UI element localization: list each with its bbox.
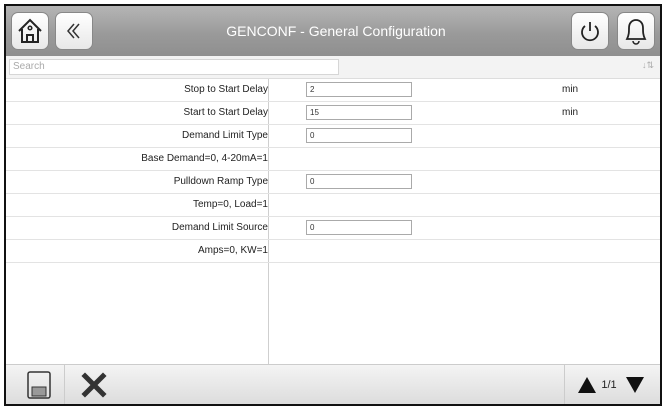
- alarm-button[interactable]: [617, 12, 655, 50]
- parameter-label: Demand Limit Type: [182, 130, 268, 141]
- parameter-help-text: Base Demand=0, 4-20mA=1: [141, 153, 268, 164]
- parameter-label: Demand Limit Source: [171, 222, 268, 233]
- sort-icon[interactable]: ↓⇅: [642, 60, 654, 71]
- row-pulldown-ramp-type: Pulldown Ramp Type 0: [6, 171, 660, 194]
- parameter-label: Pulldown Ramp Type: [173, 176, 268, 187]
- parameter-value-input[interactable]: 2: [306, 82, 412, 97]
- save-button[interactable]: [14, 365, 65, 404]
- page-up-icon[interactable]: [577, 376, 597, 394]
- back-icon: [67, 23, 80, 39]
- parameter-help-text: Temp=0, Load=1: [192, 199, 268, 210]
- parameter-label: Start to Start Delay: [183, 107, 268, 118]
- cancel-icon: [81, 372, 107, 398]
- footer-bar: 1/1: [6, 364, 660, 404]
- parameter-value-input[interactable]: 15: [306, 105, 412, 120]
- cancel-button[interactable]: [66, 365, 122, 404]
- row-demand-limit-source-help: Amps=0, KW=1: [6, 240, 660, 263]
- row-start-to-start-delay: Start to Start Delay 15 min: [6, 102, 660, 125]
- home-icon: [18, 18, 42, 43]
- parameter-value-input[interactable]: 0: [306, 128, 412, 143]
- pagination: 1/1: [564, 365, 657, 404]
- search-input[interactable]: Search: [9, 59, 339, 75]
- parameter-list: Stop to Start Delay 2 min Start to Start…: [6, 79, 660, 263]
- page-indicator: 1/1: [601, 379, 617, 391]
- parameter-unit: min: [562, 84, 579, 95]
- parameter-label: Stop to Start Delay: [184, 84, 268, 95]
- header-bar: GENCONF - General Configuration: [6, 6, 660, 56]
- parameter-help-text: Amps=0, KW=1: [197, 245, 268, 256]
- search-bar: Search ↓⇅: [6, 56, 660, 79]
- row-stop-to-start-delay: Stop to Start Delay 2 min: [6, 79, 660, 102]
- row-demand-limit-type: Demand Limit Type 0: [6, 125, 660, 148]
- save-icon: [27, 371, 51, 399]
- page-down-icon[interactable]: [625, 376, 645, 394]
- power-icon: [581, 22, 599, 42]
- parameter-value-input[interactable]: 0: [306, 220, 412, 235]
- power-button[interactable]: [571, 12, 609, 50]
- row-demand-limit-type-help: Base Demand=0, 4-20mA=1: [6, 148, 660, 171]
- alarm-bell-icon: [625, 19, 647, 45]
- row-demand-limit-source: Demand Limit Source 0: [6, 217, 660, 240]
- home-button[interactable]: [11, 12, 49, 50]
- row-pulldown-ramp-type-help: Temp=0, Load=1: [6, 194, 660, 217]
- parameter-unit: min: [562, 107, 579, 118]
- page-title: GENCONF - General Configuration: [226, 23, 446, 39]
- back-button[interactable]: [55, 12, 93, 50]
- parameter-value-input[interactable]: 0: [306, 174, 412, 189]
- screen-frame: GENCONF - General Configuration Search ↓…: [4, 4, 662, 406]
